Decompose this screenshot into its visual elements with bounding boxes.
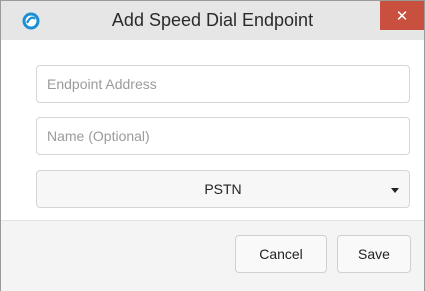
- save-button[interactable]: Save: [337, 235, 411, 273]
- caret-down-icon: [391, 188, 399, 193]
- dialog-title: Add Speed Dial Endpoint: [111, 10, 314, 30]
- speed-dial-dialog: Add Speed Dial Endpoint ✕ PSTN Cancel Sa…: [0, 0, 425, 291]
- close-button[interactable]: ✕: [380, 1, 424, 30]
- cancel-button[interactable]: Cancel: [235, 235, 327, 273]
- close-icon: ✕: [395, 7, 409, 25]
- type-dropdown-value: PSTN: [204, 181, 242, 197]
- dialog-body: PSTN: [1, 40, 424, 220]
- name-input[interactable]: [36, 117, 410, 155]
- endpoint-address-input[interactable]: [36, 65, 410, 103]
- type-dropdown[interactable]: PSTN: [36, 170, 410, 208]
- title-bar[interactable]: Add Speed Dial Endpoint ✕: [1, 1, 424, 40]
- dialog-footer: Cancel Save: [1, 220, 424, 291]
